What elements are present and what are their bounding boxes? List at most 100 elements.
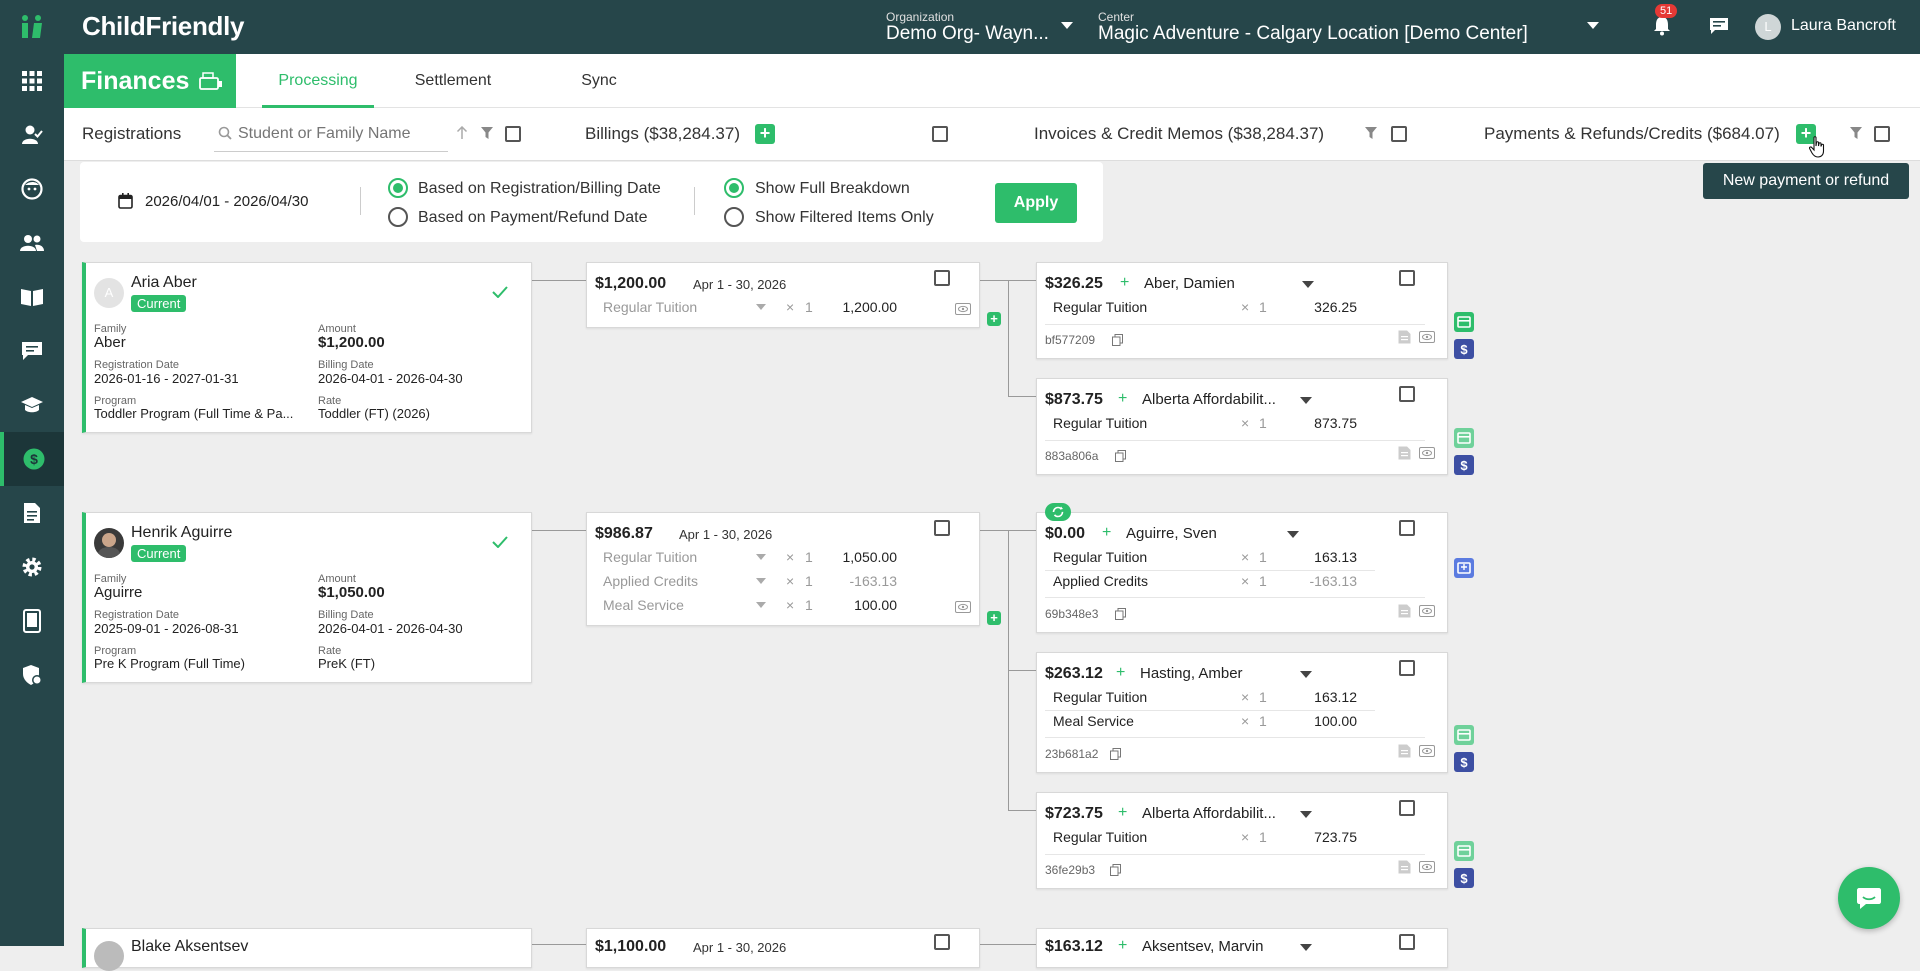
payments-select-all-checkbox[interactable] [1874,126,1890,142]
invoice-checkbox[interactable] [1399,800,1415,816]
invoice-checkbox[interactable] [1399,520,1415,536]
student-name[interactable]: Blake Aksentsev [131,938,248,956]
cash-register-icon[interactable] [199,71,223,91]
add-line-plus-icon[interactable]: + [1118,937,1127,955]
card-payment-icon[interactable] [1454,428,1474,448]
copy-icon[interactable] [1115,608,1126,620]
document-icon[interactable] [1398,860,1411,874]
chevron-down-icon[interactable] [756,554,766,560]
dollar-payment-icon[interactable]: $ [1454,339,1474,359]
document-icon[interactable] [1398,330,1411,344]
search-input[interactable] [238,124,438,144]
chevron-down-icon[interactable] [1300,397,1312,404]
invoice-card[interactable]: $0.00 + Aguirre, Sven Regular Tuition × … [1036,503,1448,633]
check-in-icon[interactable] [0,108,64,162]
dollar-payment-icon[interactable]: $ [1454,752,1474,772]
apply-button[interactable]: Apply [995,183,1077,223]
tab-sync[interactable]: Sync [544,54,654,108]
chevron-down-icon[interactable] [756,578,766,584]
add-line-plus-icon[interactable]: + [1102,524,1111,542]
registration-card[interactable]: Blake Aksentsev [82,928,532,971]
graduation-cap-icon[interactable] [0,378,64,432]
billing-card[interactable]: $986.87 Apr 1 - 30, 2026 Regular Tuition… [586,512,980,626]
gear-icon[interactable] [0,540,64,594]
radio-payment-refund-date[interactable] [388,207,408,227]
copy-icon[interactable] [1112,334,1123,346]
invoice-checkbox[interactable] [1399,660,1415,676]
chevron-down-icon[interactable] [1061,22,1073,30]
billings-select-all-checkbox[interactable] [932,126,948,142]
filter-icon[interactable] [481,127,493,139]
billing-checkbox[interactable] [934,270,950,286]
center-select[interactable]: Magic Adventure - Calgary Location [Demo… [1098,23,1528,45]
invoice-checkbox[interactable] [1399,270,1415,286]
line-item-label[interactable]: Regular Tuition [603,299,697,315]
eye-icon[interactable] [955,601,971,613]
bell-icon[interactable] [1653,16,1671,36]
document-icon[interactable] [1398,604,1411,618]
add-line-plus-icon[interactable]: + [1120,274,1129,292]
add-line-plus-icon[interactable]: + [1116,664,1125,682]
org-select[interactable]: Demo Org- Wayn... [886,23,1049,45]
dollar-payment-icon[interactable]: $ [1454,868,1474,888]
invoice-card[interactable]: $723.75 + Alberta Affordabilit... Regula… [1036,792,1448,889]
eye-icon[interactable] [1419,331,1435,343]
chevron-down-icon[interactable] [1300,811,1312,818]
credit-icon[interactable] [1454,558,1474,578]
tablet-icon[interactable] [0,594,64,648]
eye-icon[interactable] [1419,447,1435,459]
chevron-down-icon[interactable] [1302,281,1314,288]
billing-checkbox[interactable] [934,934,950,950]
app-menu-icon[interactable] [20,14,44,40]
chat-support-button[interactable] [1838,867,1900,929]
radio-registration-billing-date[interactable] [388,178,408,198]
eye-icon[interactable] [1419,861,1435,873]
app-logo[interactable]: ChildFriendly [82,11,245,42]
registration-card[interactable]: A Aria Aber Current Family Aber Amount $… [82,262,532,433]
add-line-plus-icon[interactable]: + [1118,804,1127,822]
avatar[interactable]: L [1755,14,1781,40]
invoice-card[interactable]: $163.12 + Aksentsev, Marvin [1036,928,1448,968]
eye-icon[interactable] [1419,605,1435,617]
chevron-down-icon[interactable] [1587,22,1599,30]
grid-icon[interactable] [0,54,64,108]
registration-card[interactable]: Henrik Aguirre Current Family Aguirre Am… [82,512,532,683]
sort-up-icon[interactable] [456,126,468,140]
billing-card[interactable]: $1,200.00 Apr 1 - 30, 2026 Regular Tuiti… [586,262,980,328]
line-item-label[interactable]: Regular Tuition [603,549,697,565]
eye-icon[interactable] [955,303,971,315]
add-invoice-button[interactable]: + [987,611,1001,625]
payer-name[interactable]: Alberta Affordabilit... [1142,391,1276,408]
billing-card[interactable]: $1,100.00 Apr 1 - 30, 2026 [586,928,980,968]
registrations-select-all-checkbox[interactable] [505,126,521,142]
payer-name[interactable]: Alberta Affordabilit... [1142,805,1276,822]
payer-name[interactable]: Hasting, Amber [1140,665,1243,682]
calendar-icon[interactable] [118,193,133,209]
add-line-plus-icon[interactable]: + [1118,390,1127,408]
invoices-select-all-checkbox[interactable] [1391,126,1407,142]
finances-icon[interactable]: $ [0,432,64,486]
chevron-down-icon[interactable] [1300,944,1312,951]
chevron-down-icon[interactable] [1287,531,1299,538]
document-icon[interactable] [1398,744,1411,758]
add-billing-button[interactable]: + [755,124,775,144]
eye-icon[interactable] [1419,745,1435,757]
invoice-card[interactable]: $263.12 + Hasting, Amber Regular Tuition… [1036,652,1448,773]
invoice-card[interactable]: $873.75 + Alberta Affordabilit... Regula… [1036,378,1448,475]
tab-processing[interactable]: Processing [262,54,374,108]
payer-name[interactable]: Aguirre, Sven [1126,525,1217,542]
student-name[interactable]: Aria Aber [131,274,197,292]
card-payment-icon[interactable] [1454,725,1474,745]
filter-icon[interactable] [1365,127,1377,139]
student-name[interactable]: Henrik Aguirre [131,524,232,542]
copy-icon[interactable] [1115,450,1126,462]
payer-name[interactable]: Aksentsev, Marvin [1142,938,1263,955]
chevron-down-icon[interactable] [756,602,766,608]
add-invoice-button[interactable]: + [987,312,1001,326]
child-face-icon[interactable] [0,162,64,216]
student-search[interactable] [214,124,448,152]
chat-icon[interactable] [1709,17,1729,35]
invoice-checkbox[interactable] [1399,934,1415,950]
radio-filtered-only[interactable] [724,207,744,227]
line-item-label[interactable]: Applied Credits [603,573,698,589]
